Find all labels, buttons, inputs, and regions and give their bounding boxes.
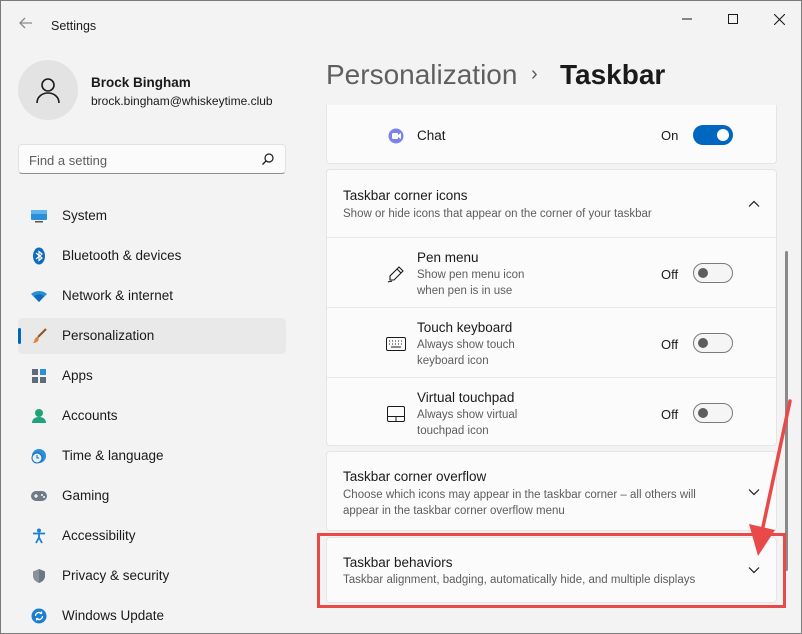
bluetooth-icon <box>30 247 48 265</box>
monitor-icon <box>30 207 48 225</box>
sidebar-item-label: Windows Update <box>62 608 165 623</box>
virtual-touchpad-desc: touchpad icon <box>417 425 489 437</box>
avatar[interactable] <box>18 60 78 120</box>
sidebar-item-label: System <box>62 208 108 223</box>
selection-indicator <box>18 328 21 344</box>
sidebar-item-label: Accounts <box>62 408 118 423</box>
apps-icon <box>30 367 48 385</box>
corner-icons-desc: Show or hide icons that appear on the co… <box>343 208 652 220</box>
touch-keyboard-toggle[interactable] <box>693 333 733 353</box>
virtual-touchpad-desc: Always show virtual <box>417 409 518 421</box>
sidebar-item-privacy[interactable]: Privacy & security <box>18 558 286 594</box>
sidebar-item-label: Personalization <box>62 328 155 343</box>
sidebar-item-system[interactable]: System <box>18 198 286 234</box>
chat-toggle[interactable] <box>693 125 733 145</box>
corner-overflow-card[interactable]: Taskbar corner overflow Choose which ico… <box>326 451 777 531</box>
pen-icon <box>385 263 407 285</box>
sidebar-item-network[interactable]: Network & internet <box>18 278 286 314</box>
sidebar-item-gaming[interactable]: Gaming <box>18 478 286 514</box>
minimize-button[interactable] <box>667 7 707 31</box>
pen-menu-state: Off <box>661 267 679 282</box>
chat-setting-card: Chat On <box>326 105 777 164</box>
user-email: brock.bingham@whiskeytime.club <box>91 94 273 108</box>
sidebar-item-label: Time & language <box>62 448 164 463</box>
touchpad-icon <box>385 403 407 425</box>
sidebar-item-label: Accessibility <box>62 528 136 543</box>
touch-keyboard-title: Touch keyboard <box>417 320 513 335</box>
accessibility-icon <box>30 527 48 545</box>
page-title: Taskbar <box>560 59 666 90</box>
pen-menu-toggle[interactable] <box>693 263 733 283</box>
chevron-up-icon[interactable] <box>747 197 761 211</box>
corner-overflow-title: Taskbar corner overflow <box>343 469 487 484</box>
back-arrow-icon[interactable] <box>15 15 37 37</box>
settings-window: Settings Brock Bingham brock.bingham@whi… <box>0 0 802 634</box>
update-icon <box>30 607 48 625</box>
virtual-touchpad-title: Virtual touchpad <box>417 390 515 405</box>
close-button[interactable] <box>759 7 799 31</box>
sidebar-item-time-language[interactable]: Time & language <box>18 438 286 474</box>
pen-menu-title: Pen menu <box>417 250 479 265</box>
touch-keyboard-state: Off <box>661 337 679 352</box>
corner-icons-card: Taskbar corner icons Show or hide icons … <box>326 169 777 446</box>
globe-clock-icon <box>30 447 48 465</box>
sidebar-item-label: Apps <box>62 368 93 383</box>
person-icon <box>36 78 60 104</box>
corner-icons-title: Taskbar corner icons <box>343 188 468 203</box>
search-icon <box>261 152 275 171</box>
chat-label: Chat <box>417 128 446 143</box>
sidebar-item-label: Bluetooth & devices <box>62 248 182 263</box>
divider <box>327 307 776 308</box>
sidebar-item-personalization[interactable]: Personalization <box>18 318 286 354</box>
divider <box>327 237 776 238</box>
maximize-button[interactable] <box>713 7 753 31</box>
sidebar-item-label: Gaming <box>62 488 110 503</box>
shield-icon <box>30 567 48 585</box>
brush-icon <box>30 327 48 345</box>
sidebar-item-label: Privacy & security <box>62 568 170 583</box>
corner-icons-header[interactable]: Taskbar corner icons Show or hide icons … <box>327 170 776 237</box>
search-input[interactable]: Find a setting <box>18 144 286 174</box>
gamepad-icon <box>30 487 48 505</box>
title-bar: Settings <box>1 1 801 49</box>
virtual-touchpad-toggle[interactable] <box>693 403 733 423</box>
breadcrumb-separator: › <box>531 63 538 85</box>
person-icon <box>30 407 48 425</box>
wifi-icon <box>30 287 48 305</box>
sidebar-item-apps[interactable]: Apps <box>18 358 286 394</box>
virtual-touchpad-state: Off <box>661 407 679 422</box>
keyboard-icon <box>385 333 407 355</box>
sidebar-item-windows-update[interactable]: Windows Update <box>18 598 286 633</box>
sidebar-item-accessibility[interactable]: Accessibility <box>18 518 286 554</box>
annotation-arrow-icon <box>749 399 792 556</box>
corner-overflow-desc: appear in the taskbar corner overflow me… <box>343 505 565 517</box>
breadcrumb-parent[interactable]: Personalization <box>326 59 517 91</box>
app-title: Settings <box>51 19 97 33</box>
annotation-highlight-box <box>317 533 786 608</box>
chat-icon <box>385 125 407 147</box>
search-placeholder: Find a setting <box>29 153 108 168</box>
touch-keyboard-desc: Always show touch <box>417 339 515 351</box>
chat-state: On <box>661 128 679 143</box>
sidebar-item-accounts[interactable]: Accounts <box>18 398 286 434</box>
user-name: Brock Bingham <box>91 75 191 90</box>
divider <box>327 377 776 378</box>
sidebar-item-label: Network & internet <box>62 288 174 303</box>
pen-menu-desc: when pen is in use <box>417 285 513 297</box>
corner-overflow-desc: Choose which icons may appear in the tas… <box>343 489 696 501</box>
pen-menu-desc: Show pen menu icon <box>417 269 525 281</box>
sidebar-item-bluetooth[interactable]: Bluetooth & devices <box>18 238 286 274</box>
touch-keyboard-desc: keyboard icon <box>417 355 489 367</box>
